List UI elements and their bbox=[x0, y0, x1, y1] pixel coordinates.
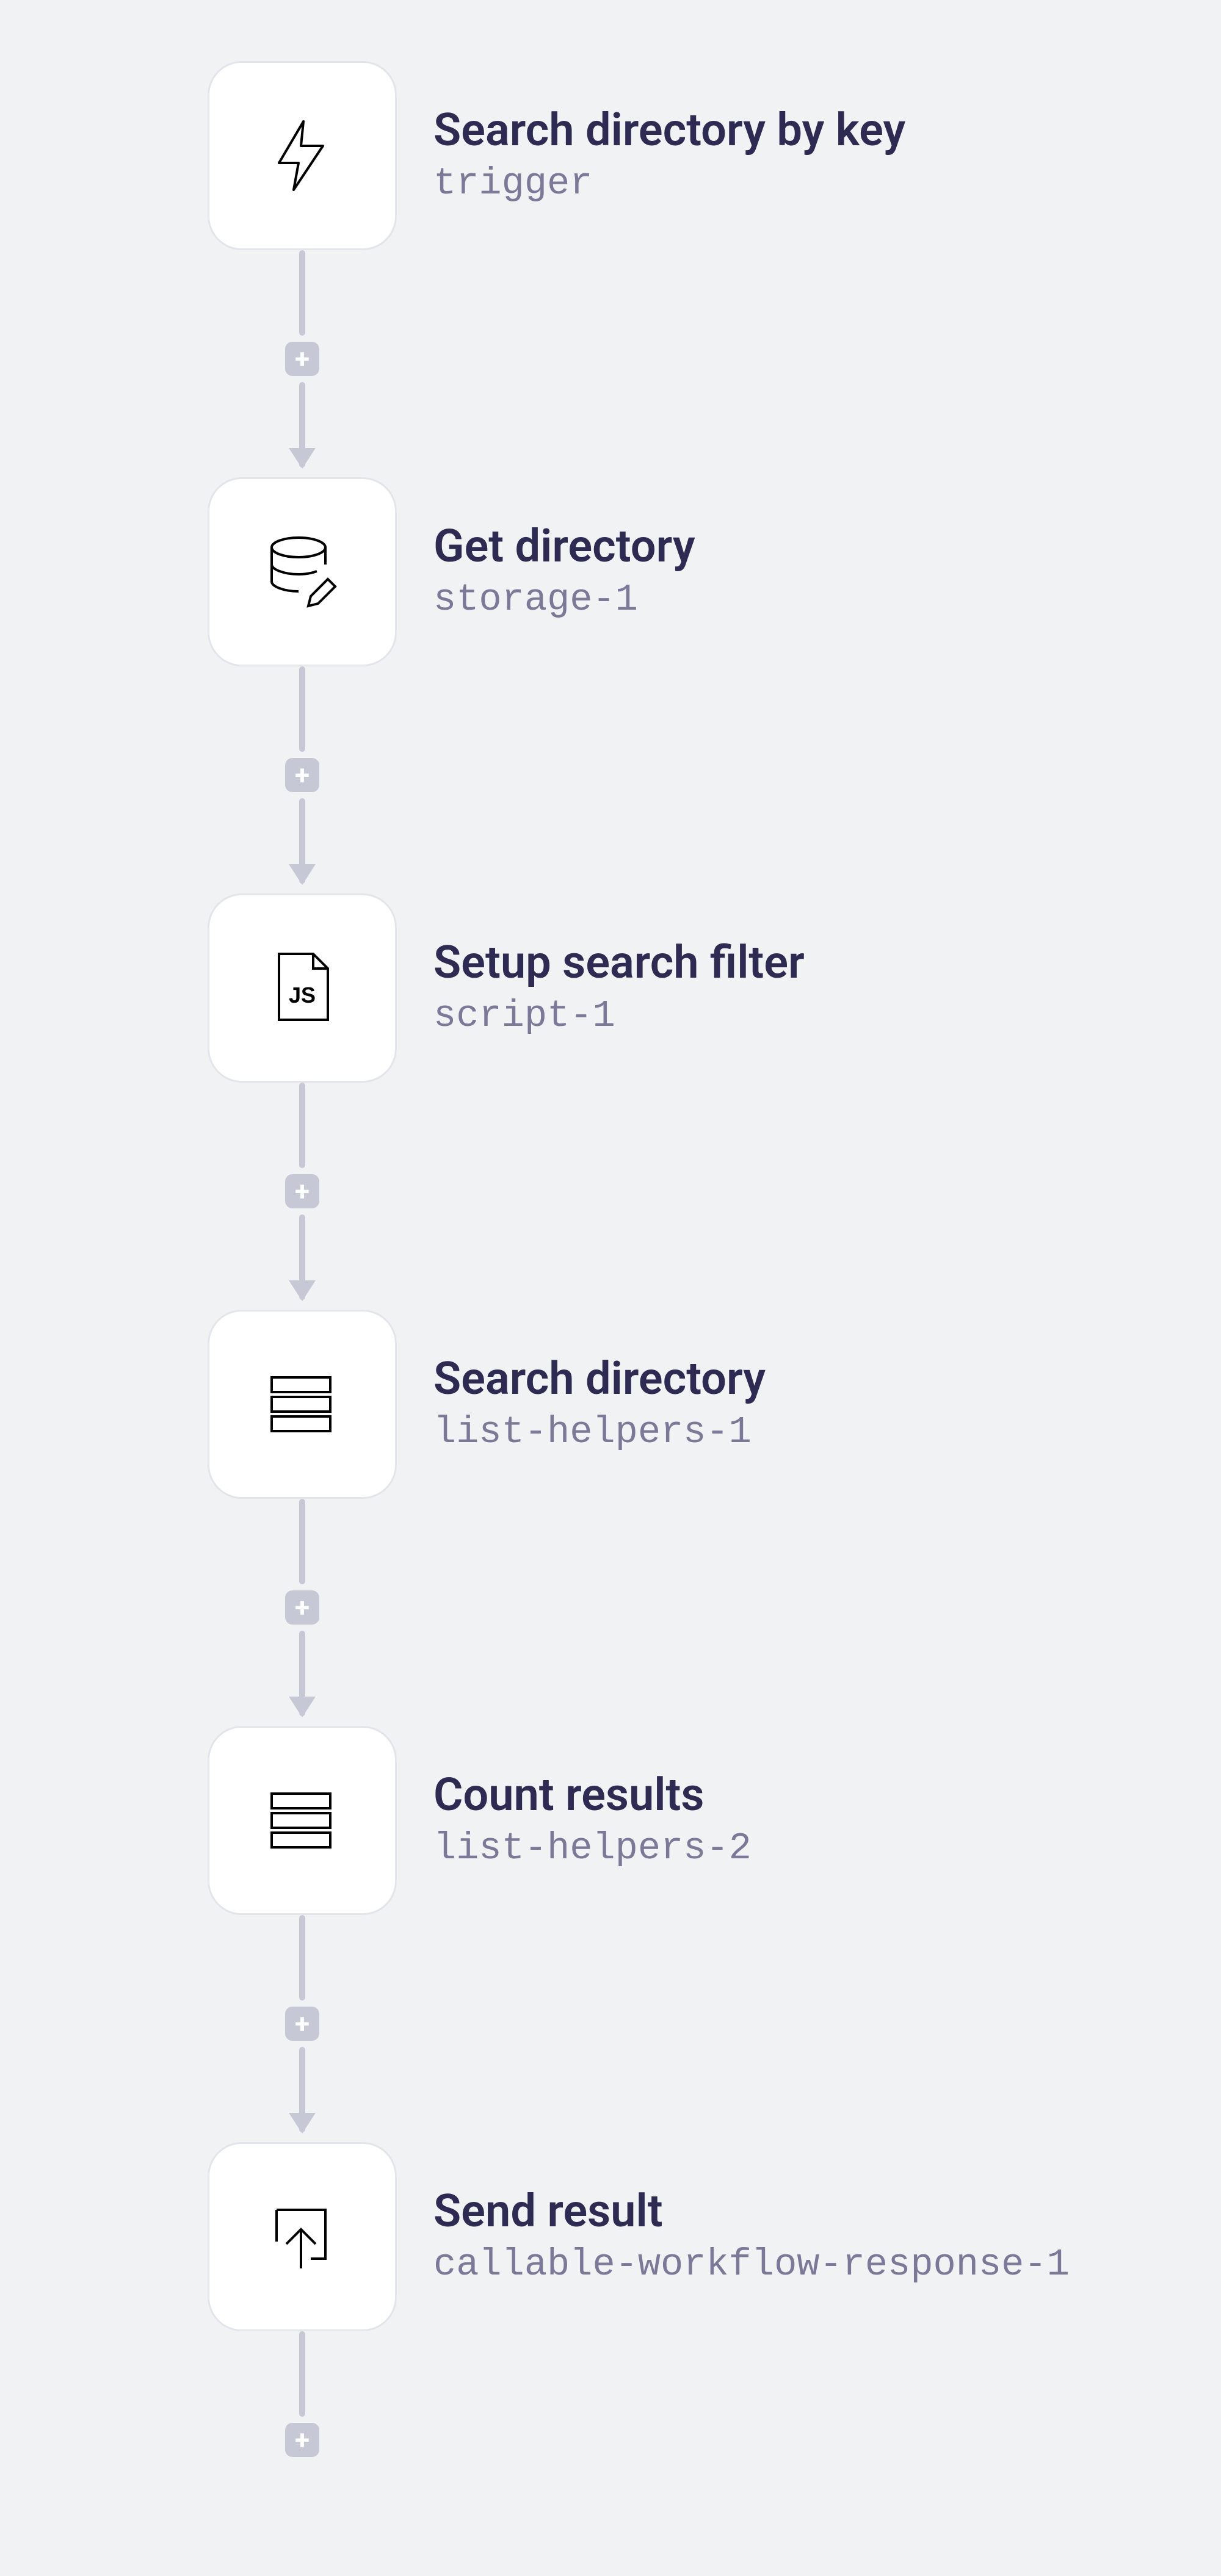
workflow-node[interactable]: Count results list-helpers-2 bbox=[208, 1726, 752, 1915]
send-up-icon bbox=[259, 2193, 345, 2281]
connector-line bbox=[299, 250, 305, 336]
connector-line bbox=[299, 1083, 305, 1168]
connector-line bbox=[299, 2331, 305, 2417]
node-id: script-1 bbox=[433, 994, 805, 1039]
lightning-icon bbox=[259, 112, 345, 200]
node-icon-box bbox=[208, 1726, 397, 1915]
connector bbox=[208, 1499, 397, 1726]
node-icon-box bbox=[208, 61, 397, 250]
workflow-node[interactable]: Send result callable-workflow-response-1 bbox=[208, 2142, 1070, 2331]
workflow-node[interactable]: Get directory storage-1 bbox=[208, 477, 695, 666]
add-step-button[interactable] bbox=[285, 342, 319, 376]
node-title: Send result bbox=[433, 2185, 1070, 2237]
workflow-node[interactable]: Search directory by key trigger bbox=[208, 61, 905, 250]
node-label-group: Setup search filter script-1 bbox=[433, 937, 805, 1039]
node-label-group: Count results list-helpers-2 bbox=[433, 1769, 752, 1871]
node-id: trigger bbox=[433, 161, 905, 206]
connector bbox=[208, 250, 397, 477]
arrow-down-icon bbox=[299, 884, 305, 893]
node-icon-box bbox=[208, 893, 397, 1083]
add-step-button[interactable] bbox=[285, 2423, 319, 2457]
node-title: Search directory by key bbox=[433, 104, 905, 156]
node-id: list-helpers-1 bbox=[433, 1410, 766, 1455]
connector bbox=[208, 666, 397, 893]
list-icon bbox=[259, 1777, 345, 1864]
database-edit-icon bbox=[259, 528, 345, 616]
node-title: Get directory bbox=[433, 521, 695, 572]
add-step-button[interactable] bbox=[285, 2007, 319, 2041]
workflow-node[interactable]: Search directory list-helpers-1 bbox=[208, 1310, 766, 1499]
node-id: storage-1 bbox=[433, 577, 695, 622]
node-id: callable-workflow-response-1 bbox=[433, 2242, 1070, 2287]
node-label-group: Search directory by key trigger bbox=[433, 104, 905, 206]
node-icon-box bbox=[208, 2142, 397, 2331]
connector-line bbox=[299, 666, 305, 752]
js-file-icon bbox=[259, 944, 345, 1032]
node-label-group: Send result callable-workflow-response-1 bbox=[433, 2185, 1070, 2287]
workflow-canvas: Search directory by key trigger Get dire… bbox=[0, 61, 1221, 2463]
workflow-node[interactable]: Setup search filter script-1 bbox=[208, 893, 805, 1083]
node-label-group: Search directory list-helpers-1 bbox=[433, 1353, 766, 1455]
connector bbox=[208, 2331, 397, 2463]
add-step-button[interactable] bbox=[285, 1174, 319, 1208]
add-step-button[interactable] bbox=[285, 758, 319, 792]
add-step-button[interactable] bbox=[285, 1590, 319, 1625]
connector bbox=[208, 1915, 397, 2142]
node-icon-box bbox=[208, 477, 397, 666]
arrow-down-icon bbox=[299, 1300, 305, 1310]
connector bbox=[208, 1083, 397, 1310]
arrow-down-icon bbox=[299, 467, 305, 477]
arrow-down-icon bbox=[299, 2132, 305, 2142]
node-title: Count results bbox=[433, 1769, 752, 1821]
arrow-down-icon bbox=[299, 1716, 305, 1726]
connector-line bbox=[299, 1499, 305, 1584]
node-title: Setup search filter bbox=[433, 937, 805, 989]
connector-line bbox=[299, 1915, 305, 2001]
node-icon-box bbox=[208, 1310, 397, 1499]
node-title: Search directory bbox=[433, 1353, 766, 1405]
node-id: list-helpers-2 bbox=[433, 1826, 752, 1871]
node-label-group: Get directory storage-1 bbox=[433, 521, 695, 622]
list-icon bbox=[259, 1360, 345, 1448]
